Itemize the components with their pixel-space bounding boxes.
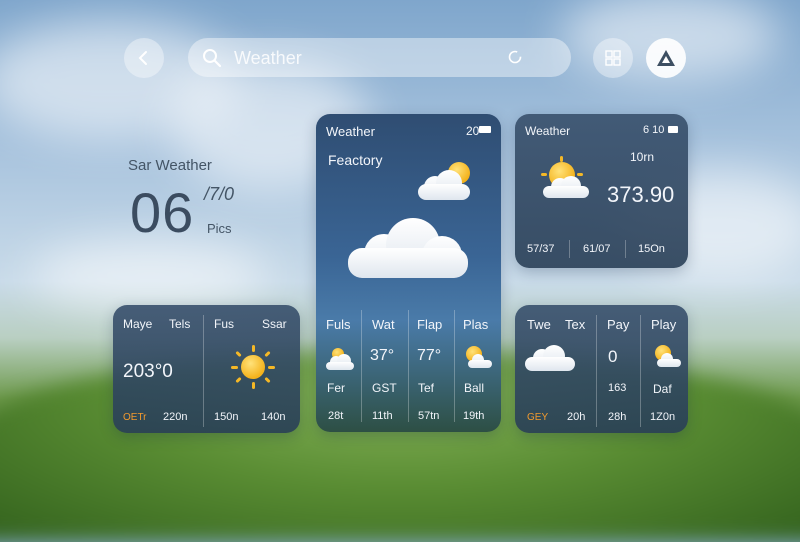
hero-condition: Pics bbox=[207, 221, 232, 236]
forecast-time: 19th bbox=[463, 410, 485, 422]
forecast-time: 57tn bbox=[418, 410, 440, 422]
weather-card-left[interactable]: Maye Tels Fus Ssar 203°0 OETr 220n 150n … bbox=[113, 305, 300, 433]
forecast-day: Plas bbox=[463, 317, 489, 332]
hero-range: /7/0 bbox=[204, 184, 235, 204]
footer-stat: 150n bbox=[214, 411, 239, 423]
chevron-left-icon bbox=[138, 51, 147, 65]
weather-card-right[interactable]: Weather 6 10 10rn 373.90 57/37 61/07 15O… bbox=[515, 114, 688, 268]
forecast-label: Daf bbox=[653, 382, 672, 396]
weather-card-forecast[interactable]: Twe Tex Pay Play 0 163 Daf GEY 20h 28h 1… bbox=[515, 305, 688, 433]
current-temp: 203°0 bbox=[123, 361, 173, 382]
forecast-label: 163 bbox=[608, 382, 627, 394]
column-header: Maye bbox=[123, 317, 153, 331]
forecast-day: Flap bbox=[417, 317, 443, 332]
partly-cloudy-icon bbox=[324, 346, 356, 370]
forecast-time: 11th bbox=[372, 410, 393, 422]
card-title: Weather bbox=[525, 124, 571, 138]
footer-stat-accent: GEY bbox=[527, 412, 549, 423]
card-subtitle: 10rn bbox=[630, 150, 655, 164]
column-header: Ssar bbox=[262, 317, 287, 331]
battery-level: 20 bbox=[466, 124, 480, 138]
forecast-label: Ball bbox=[464, 381, 485, 395]
current-temp: 373.90 bbox=[607, 182, 675, 207]
partly-cloudy-icon bbox=[416, 158, 480, 200]
search-bar[interactable]: Weather bbox=[188, 38, 571, 77]
footer-stat: 20h bbox=[567, 411, 586, 423]
search-icon bbox=[203, 49, 222, 68]
bg-cloud bbox=[30, 240, 270, 310]
location-name: Feactory bbox=[328, 152, 383, 168]
grid-button[interactable] bbox=[593, 38, 633, 78]
card-title: Weather bbox=[326, 124, 375, 139]
forecast-label: Fer bbox=[327, 381, 345, 395]
footer-stat: 1Z0n bbox=[650, 411, 676, 423]
refresh-icon[interactable] bbox=[507, 49, 523, 65]
footer-stat-accent: OETr bbox=[123, 412, 147, 423]
triangle-logo-icon bbox=[657, 50, 675, 66]
footer-stat: 28h bbox=[608, 411, 627, 423]
footer-stat: 140n bbox=[261, 411, 286, 423]
column-header: Pay bbox=[607, 317, 630, 332]
footer-stat: 220n bbox=[163, 411, 188, 423]
battery-icon bbox=[668, 126, 678, 133]
column-header: Play bbox=[651, 317, 677, 332]
sun-icon bbox=[229, 343, 277, 391]
profile-button[interactable] bbox=[646, 38, 686, 78]
footer-stat: 15On bbox=[638, 243, 665, 255]
search-input[interactable]: Weather bbox=[234, 48, 302, 69]
partly-sunny-icon bbox=[460, 344, 492, 370]
hero-location-label: Sar Weather bbox=[128, 157, 212, 174]
forecast-value: 0 bbox=[608, 347, 618, 366]
weather-card-main[interactable]: Weather 20 Feactory Fuls Wat Flap Plas 3… bbox=[316, 114, 501, 432]
partly-cloudy-icon bbox=[539, 156, 591, 200]
grid-icon bbox=[605, 50, 621, 66]
forecast-temp: 37° bbox=[370, 347, 395, 364]
battery-icon bbox=[479, 126, 491, 133]
column-header: Twe bbox=[527, 317, 551, 332]
footer-stat: 61/07 bbox=[583, 243, 611, 255]
footer-stat: 57/37 bbox=[527, 243, 555, 255]
back-button[interactable] bbox=[124, 38, 164, 78]
forecast-temp: 77° bbox=[417, 347, 442, 364]
forecast-day: Fuls bbox=[326, 317, 351, 332]
cloud-icon bbox=[346, 218, 470, 278]
column-header: Fus bbox=[214, 317, 235, 331]
column-header: Tex bbox=[565, 317, 586, 332]
hero-temperature: 06 bbox=[130, 181, 195, 244]
cloud-icon bbox=[525, 345, 575, 371]
forecast-label: Tef bbox=[418, 381, 435, 395]
forecast-time: 28t bbox=[328, 410, 344, 422]
column-header: Tels bbox=[169, 317, 191, 331]
status-time: 6 10 bbox=[643, 124, 665, 136]
forecast-label: GST bbox=[372, 381, 397, 395]
partly-sunny-icon bbox=[649, 343, 681, 369]
forecast-day: Wat bbox=[372, 317, 395, 332]
